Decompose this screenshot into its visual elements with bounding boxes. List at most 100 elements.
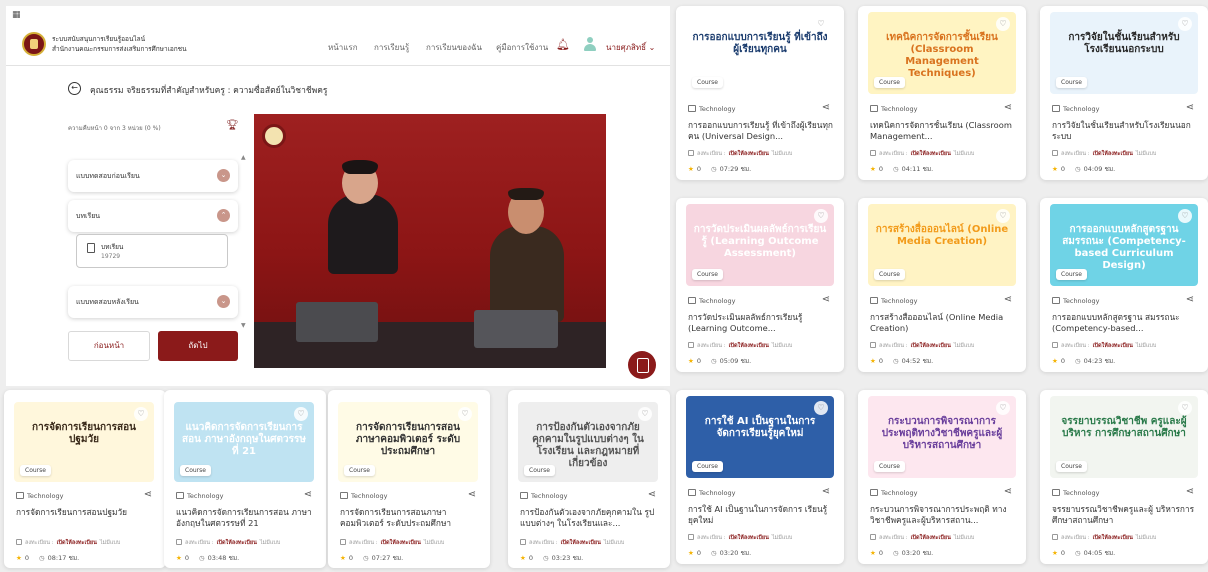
back-arrow-icon[interactable]: ← <box>68 82 81 95</box>
share-icon[interactable]: ⋖ <box>648 489 656 500</box>
lesson-item[interactable]: บทเรียน 19729 <box>76 234 228 268</box>
course-card[interactable]: เทคนิคการจัดการชั้นเรียน (Classroom Mana… <box>858 6 1026 180</box>
course-title[interactable]: การจัดการเรียนการสอนภาษา คอมพิวเตอร์ ระด… <box>340 507 480 529</box>
course-card[interactable]: การออกแบบหลักสูตรฐานสมรรถนะ (Competency-… <box>1040 198 1208 372</box>
course-thumbnail[interactable]: การสร้างสื่อออนไลน์ (Online Media Creati… <box>868 204 1016 286</box>
course-title[interactable]: การออกแบบหลักสูตรฐาน สมรรถนะ (Competency… <box>1052 312 1200 334</box>
chevron-down-icon[interactable]: ⌄ <box>217 295 230 308</box>
thumbnail-title: กระบวนการพิจารณาการประพฤติทางวิชาชีพครูแ… <box>881 416 1003 451</box>
course-thumbnail[interactable]: การป้องกันตัวเองจากภัยคุกคามในรูปแบบต่าง… <box>518 402 658 482</box>
course-thumbnail[interactable]: การจัดการเรียนการสอนภาษาคอมพิวเตอร์ ระดั… <box>338 402 478 482</box>
scroll-up-icon[interactable]: ▲ <box>241 154 246 161</box>
course-title[interactable]: จรรยาบรรณวิชาชีพครูและผู้ บริหารการศึกษา… <box>1052 504 1200 526</box>
course-card[interactable]: จรรยาบรรณวิชาชีพ ครูและผู้บริหาร การศึกษ… <box>1040 390 1208 564</box>
course-title[interactable]: การออกแบบการเรียนรู้ ที่เข้าถึงผู้เรียนท… <box>688 120 836 142</box>
course-title[interactable]: การจัดการเรียนการสอนปฐมวัย <box>16 507 156 529</box>
next-button[interactable]: ถัดไป <box>158 331 238 361</box>
module-lesson[interactable]: บทเรียน ⌃ <box>68 200 238 232</box>
heart-icon[interactable]: ♡ <box>1178 17 1192 31</box>
heart-icon[interactable]: ♡ <box>996 17 1010 31</box>
nav-home[interactable]: หน้าแรก <box>328 41 358 54</box>
share-icon[interactable]: ⋖ <box>822 294 830 305</box>
app-grid-icon[interactable]: ▦ <box>12 10 21 20</box>
course-thumbnail[interactable]: การวิจัยในชั้นเรียนสำหรับ โรงเรียนนอกระบ… <box>1050 12 1198 94</box>
registration-meta: ลงทะเบียน : เปิดให้ลงทะเบียน ไม่มีแบบ <box>1052 342 1156 350</box>
course-card[interactable]: การจัดการเรียนการสอน ปฐมวัย Course ♡ Techno… <box>4 390 166 568</box>
chevron-up-icon[interactable]: ⌃ <box>217 209 230 222</box>
course-thumbnail[interactable]: การจัดการเรียนการสอน ปฐมวัย Course ♡ <box>14 402 154 482</box>
course-title[interactable]: การสร้างสื่อออนไลน์ (Online Media Creati… <box>870 312 1018 334</box>
course-thumbnail[interactable]: การใช้ AI เป็นฐานในการจัดการเรียนรู้ยุคใ… <box>686 396 834 478</box>
course-card[interactable]: การวัดประเมินผลลัพธ์การเรียนรู้ (Learnin… <box>676 198 844 372</box>
course-card[interactable]: การจัดการเรียนการสอนภาษาคอมพิวเตอร์ ระดั… <box>328 390 490 568</box>
user-menu[interactable]: นายศุภสิทธิ์ ⌄ <box>606 41 655 54</box>
course-title[interactable]: การวัดประเมินผลลัพธ์การเรียนรู้ (Learnin… <box>688 312 836 334</box>
chevron-down-icon[interactable]: ⌄ <box>217 169 230 182</box>
course-thumbnail[interactable]: กระบวนการพิจารณาการประพฤติทางวิชาชีพครูแ… <box>868 396 1016 478</box>
course-card[interactable]: การใช้ AI เป็นฐานในการจัดการเรียนรู้ยุคใ… <box>676 390 844 564</box>
course-card[interactable]: การสร้างสื่อออนไลน์ (Online Media Creati… <box>858 198 1026 372</box>
previous-button[interactable]: ก่อนหน้า <box>68 331 150 361</box>
org-name-line1: ระบบสนับสนุนการเรียนรู้ออนไลน์ <box>52 35 146 43</box>
heart-icon[interactable]: ♡ <box>1178 401 1192 415</box>
share-icon[interactable]: ⋖ <box>1186 294 1194 305</box>
course-title[interactable]: การใช้ AI เป็นฐานในการจัดการ เรียนรู้ยุค… <box>688 504 836 526</box>
course-title[interactable]: การป้องกันตัวเองจากภัยคุกคามใน รูปแบบต่า… <box>520 507 660 529</box>
share-icon[interactable]: ⋖ <box>144 489 152 500</box>
course-stats: ★ 0 ◷ 04:09 ชม. <box>1052 164 1115 174</box>
heart-icon[interactable]: ♡ <box>294 407 308 421</box>
org-logo[interactable] <box>22 32 46 56</box>
nav-learning[interactable]: การเรียนรู้ <box>374 41 409 54</box>
registration-meta: ลงทะเบียน : เปิดให้ลงทะเบียน ไม่มีแบบ <box>870 534 974 542</box>
user-avatar-icon[interactable] <box>584 37 596 51</box>
heart-icon[interactable]: ♡ <box>1178 209 1192 223</box>
bell-icon[interactable]: 🔔︎ <box>556 38 570 51</box>
duration: 03:20 ชม. <box>719 549 752 557</box>
course-card[interactable]: การป้องกันตัวเองจากภัยคุกคามในรูปแบบต่าง… <box>508 390 670 568</box>
share-icon[interactable]: ⋖ <box>822 102 830 113</box>
share-icon[interactable]: ⋖ <box>1004 486 1012 497</box>
calendar-icon <box>870 534 876 540</box>
share-icon[interactable]: ⋖ <box>304 489 312 500</box>
scroll-down-icon[interactable]: ▼ <box>241 322 246 329</box>
heart-icon[interactable]: ♡ <box>996 209 1010 223</box>
course-title[interactable]: กระบวนการพิจารณาการประพฤติ ทางวิชาชีพครู… <box>870 504 1018 526</box>
course-title[interactable]: แนวคิดการจัดการเรียนการสอน ภาษาอังกฤษในศ… <box>176 507 316 529</box>
share-icon[interactable]: ⋖ <box>1186 486 1194 497</box>
heart-icon[interactable]: ♡ <box>134 407 148 421</box>
course-thumbnail[interactable]: จรรยาบรรณวิชาชีพ ครูและผู้บริหาร การศึกษ… <box>1050 396 1198 478</box>
course-card[interactable]: แนวคิดการจัดการเรียนการสอน ภาษาอังกฤษในศ… <box>164 390 326 568</box>
heart-icon[interactable]: ♡ <box>814 17 828 31</box>
share-icon[interactable]: ⋖ <box>1004 102 1012 113</box>
course-thumbnail[interactable]: การออกแบบหลักสูตรฐานสมรรถนะ (Competency-… <box>1050 204 1198 286</box>
course-card[interactable]: กระบวนการพิจารณาการประพฤติทางวิชาชีพครูแ… <box>858 390 1026 564</box>
share-icon[interactable]: ⋖ <box>1004 294 1012 305</box>
module-posttest[interactable]: แบบทดสอบหลังเรียน ⌄ <box>68 286 238 318</box>
nav-manual[interactable]: คู่มือการใช้งาน <box>496 41 548 54</box>
meta-suffix: ไม่มีแบบ <box>771 343 793 349</box>
course-card[interactable]: การวิจัยในชั้นเรียนสำหรับ โรงเรียนนอกระบ… <box>1040 6 1208 180</box>
course-badge: Course <box>20 465 51 476</box>
share-icon[interactable]: ⋖ <box>822 486 830 497</box>
module-pretest[interactable]: แบบทดสอบก่อนเรียน ⌄ <box>68 160 238 192</box>
course-card[interactable]: การออกแบบการเรียนรู้ ที่เข้าถึงผู้เรียนท… <box>676 6 844 180</box>
course-thumbnail[interactable]: เทคนิคการจัดการชั้นเรียน (Classroom Mana… <box>868 12 1016 94</box>
heart-icon[interactable]: ♡ <box>458 407 472 421</box>
course-title[interactable]: เทคนิคการจัดการชั้นเรียน (Classroom Mana… <box>870 120 1018 142</box>
course-title[interactable]: การวิจัยในชั้นเรียนสำหรับโรงเรียนนอกระบบ <box>1052 120 1200 142</box>
heart-icon[interactable]: ♡ <box>996 401 1010 415</box>
nav-my-learning[interactable]: การเรียนของฉัน <box>426 41 482 54</box>
course-thumbnail[interactable]: แนวคิดการจัดการเรียนการสอน ภาษาอังกฤษในศ… <box>174 402 314 482</box>
share-icon[interactable]: ⋖ <box>1186 102 1194 113</box>
video-player[interactable] <box>254 114 606 368</box>
speaker-left <box>328 194 398 274</box>
course-thumbnail[interactable]: การออกแบบการเรียนรู้ ที่เข้าถึงผู้เรียนท… <box>686 12 834 94</box>
course-thumbnail[interactable]: การวัดประเมินผลลัพธ์การเรียนรู้ (Learnin… <box>686 204 834 286</box>
heart-icon[interactable]: ♡ <box>814 401 828 415</box>
chat-book-icon[interactable] <box>628 351 656 379</box>
module-scrollbar[interactable]: ▲ ▼ <box>241 154 246 329</box>
heart-icon[interactable]: ♡ <box>638 407 652 421</box>
heart-icon[interactable]: ♡ <box>814 209 828 223</box>
share-icon[interactable]: ⋖ <box>468 489 476 500</box>
meta-prefix: ลงทะเบียน : <box>697 151 726 157</box>
